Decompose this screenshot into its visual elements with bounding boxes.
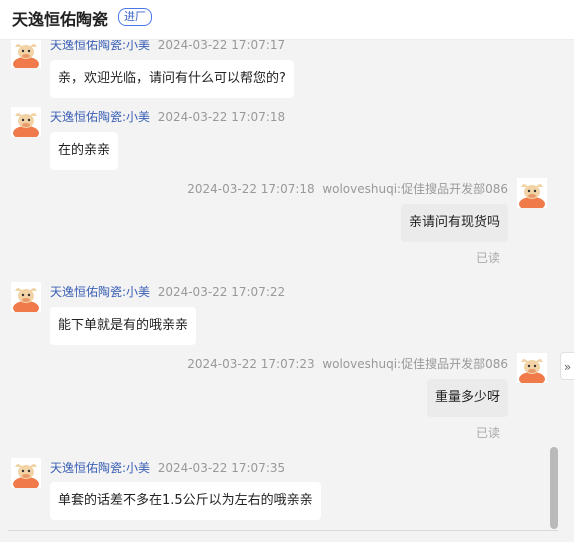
seller-avatar-icon: [11, 282, 41, 312]
scrollbar-thumb[interactable]: [550, 447, 558, 529]
seller-avatar-icon: [11, 40, 41, 68]
buyer-avatar-icon: [517, 353, 547, 383]
read-status: 已读: [475, 426, 500, 440]
sender-name[interactable]: woloveshuqi:促佳搜品开发部086: [322, 357, 508, 371]
message-bubble[interactable]: 亲请问有现货吗: [400, 204, 508, 242]
message-meta: 2024-03-22 17:07:18 woloveshuqi:促佳搜品开发部0…: [187, 180, 508, 197]
message-bubble[interactable]: 重量多少呀: [426, 379, 508, 417]
message-meta: 天逸恒佑陶瓷:小美 2024-03-22 17:07:22: [50, 283, 285, 300]
message-time: 2024-03-22 17:07:18: [187, 182, 315, 196]
buyer-avatar-icon: [517, 178, 547, 208]
read-status: 已读: [475, 251, 500, 265]
sender-name[interactable]: 天逸恒佑陶瓷:小美: [50, 40, 150, 52]
message-time: 2024-03-22 17:07:17: [157, 40, 286, 52]
factory-badge[interactable]: 进厂: [118, 8, 152, 26]
seller-avatar-icon: [11, 458, 41, 488]
double-chevron-right-icon[interactable]: »: [560, 352, 574, 380]
sender-name[interactable]: woloveshuqi:促佳搜品开发部086: [322, 182, 508, 196]
shop-name: 天逸恒佑陶瓷: [12, 10, 109, 29]
message-time: 2024-03-22 17:07:35: [157, 461, 286, 475]
message-time: 2024-03-22 17:07:18: [157, 110, 286, 124]
divider: [8, 530, 558, 531]
sender-name[interactable]: 天逸恒佑陶瓷:小美: [50, 461, 150, 475]
message-meta: 天逸恒佑陶瓷:小美 2024-03-22 17:07:35: [50, 459, 285, 476]
message-bubble[interactable]: 亲，欢迎光临，请问有什么可以帮您的?: [50, 60, 294, 98]
chat-header: 天逸恒佑陶瓷 进厂: [0, 0, 574, 40]
sender-name[interactable]: 天逸恒佑陶瓷:小美: [50, 110, 150, 124]
message-time: 2024-03-22 17:07:22: [157, 285, 286, 299]
message-meta: 天逸恒佑陶瓷:小美 2024-03-22 17:07:17: [50, 40, 285, 53]
message-bubble[interactable]: 单套的话差不多在1.5公斤以为左右的哦亲亲: [50, 482, 321, 520]
chat-history[interactable]: 天逸恒佑陶瓷:小美 2024-03-22 17:07:17 亲，欢迎光临，请问有…: [0, 40, 574, 530]
message-time: 2024-03-22 17:07:23: [187, 357, 315, 371]
seller-avatar-icon: [11, 107, 41, 137]
message-meta: 天逸恒佑陶瓷:小美 2024-03-22 17:07:18: [50, 108, 285, 125]
sender-name[interactable]: 天逸恒佑陶瓷:小美: [50, 285, 150, 299]
message-bubble[interactable]: 在的亲亲: [50, 132, 119, 170]
message-meta: 2024-03-22 17:07:23 woloveshuqi:促佳搜品开发部0…: [187, 355, 508, 372]
message-bubble[interactable]: 能下单就是有的哦亲亲: [50, 307, 197, 345]
